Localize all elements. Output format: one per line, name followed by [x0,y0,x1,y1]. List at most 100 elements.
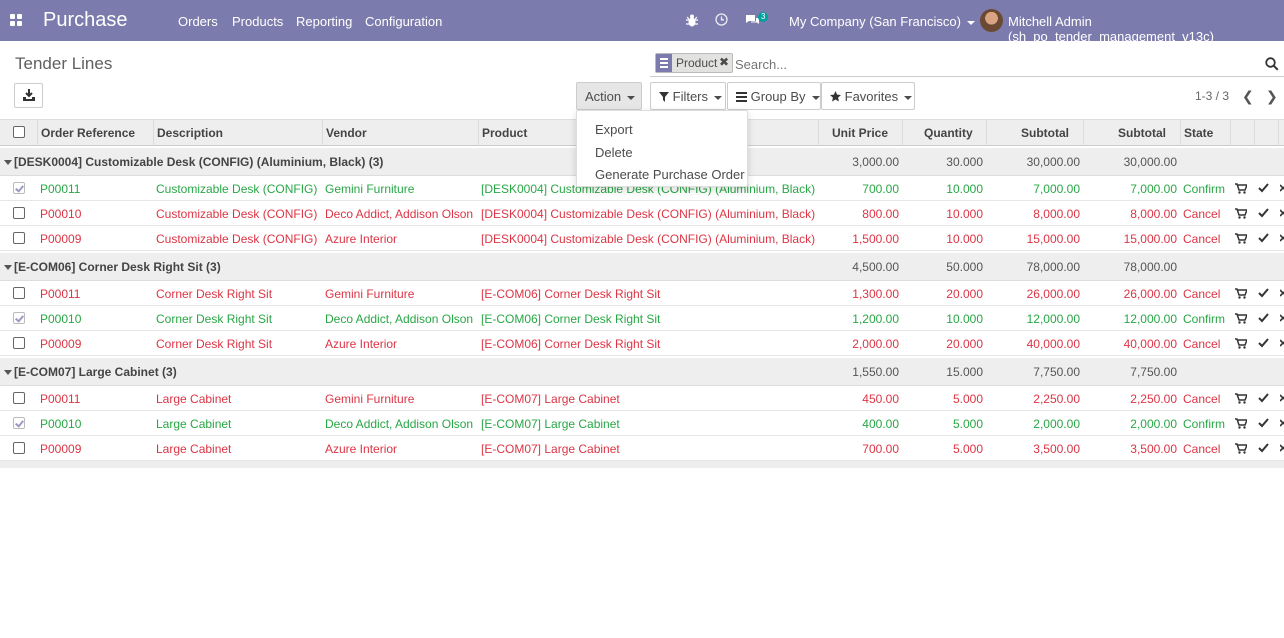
table-row[interactable]: P00010 Customizable Desk (CONFIG) Deco Add… [0,201,1284,226]
cancel-icon[interactable] [1280,418,1284,428]
cart-icon[interactable] [1235,418,1247,429]
row-checkbox[interactable] [13,337,25,349]
search-input[interactable] [735,57,1235,72]
check-icon[interactable] [1258,338,1269,348]
table-row[interactable]: P00010 Corner Desk Right Sit Deco Addict, … [0,306,1284,331]
table-row[interactable]: P00009 Corner Desk Right Sit Azure Interio… [0,331,1284,356]
cancel-icon[interactable] [1280,183,1284,193]
user-avatar[interactable] [980,9,1003,32]
check-icon[interactable] [1258,393,1269,403]
check-icon[interactable] [1258,313,1269,323]
cart-icon[interactable] [1235,338,1247,349]
check-icon[interactable] [1258,183,1269,193]
menu-reporting[interactable]: Reporting [296,14,352,29]
download-button[interactable] [14,83,43,108]
group-row[interactable]: [E-COM07] Large Cabinet (3) 1,550.00 15.00… [0,358,1284,386]
menu-products[interactable]: Products [232,14,283,29]
table-footer [0,461,1284,468]
search-icon[interactable] [1265,57,1279,71]
table-row[interactable]: P00009 Large Cabinet Azure Interior [E-COM0… [0,436,1284,461]
row-checkbox[interactable] [13,182,25,194]
row-checkbox[interactable] [13,417,25,429]
cell-qty: 10.000 [946,312,983,326]
cart-icon[interactable] [1235,313,1247,324]
cart-icon[interactable] [1235,208,1247,219]
menu-item-generate-purchase-order[interactable]: Generate Purchase Order [595,167,745,182]
select-all-checkbox[interactable] [13,126,25,138]
favorites-button[interactable]: Favorites [821,82,915,110]
check-icon[interactable] [1258,288,1269,298]
column-subtotal[interactable]: Subtotal [1021,126,1069,140]
table-row[interactable]: P00011 Corner Desk Right Sit Gemini Furnit… [0,281,1284,306]
pager-next-icon[interactable]: ❯ [1266,88,1278,105]
table-row[interactable]: P00010 Large Cabinet Deco Addict, Addison … [0,411,1284,436]
row-checkbox[interactable] [13,207,25,219]
column-description[interactable]: Description [157,126,223,140]
cancel-icon[interactable] [1280,208,1284,218]
cancel-icon[interactable] [1280,338,1284,348]
app-title[interactable]: Purchase [43,9,128,32]
cell-sub: 15,000.00 [1026,232,1080,246]
cart-icon[interactable] [1235,233,1247,244]
group-row[interactable]: [E-COM06] Corner Desk Right Sit (3) 4,500… [0,253,1284,281]
cell-sub: 26,000.00 [1026,287,1080,301]
caret-down-icon [4,160,12,165]
check-icon[interactable] [1258,208,1269,218]
cancel-icon[interactable] [1280,443,1284,453]
cell-product: [E-COM06] Corner Desk Right Sit [481,312,661,326]
cart-icon[interactable] [1235,443,1247,454]
cell-description: Customizable Desk (CONFIG) [156,207,318,221]
check-icon[interactable] [1258,443,1269,453]
cancel-icon[interactable] [1280,393,1284,403]
bug-icon[interactable] [686,14,698,27]
cell-price: 450.00 [862,392,899,406]
check-icon[interactable] [1258,233,1269,243]
row-checkbox[interactable] [13,392,25,404]
menu-orders[interactable]: Orders [178,14,218,29]
check-icon[interactable] [1258,418,1269,428]
cell-order-reference: P00011 [40,287,81,301]
row-checkbox[interactable] [13,232,25,244]
pager-value[interactable]: 1-3 / 3 [1195,89,1229,103]
cancel-icon[interactable] [1280,313,1284,323]
column-quantity[interactable]: Quantity [924,126,973,140]
table-row[interactable]: P00011 Large Cabinet Gemini Furniture [E-CO… [0,386,1284,411]
chevron-down-icon [966,20,975,25]
row-checkbox[interactable] [13,312,25,324]
cell-sub: 2,250.00 [1033,392,1080,406]
cell-vendor: Gemini Furniture [325,287,415,301]
apps-menu-icon[interactable] [10,14,22,26]
cart-icon[interactable] [1235,393,1247,404]
cell-qty: 10.000 [946,207,983,221]
cancel-icon[interactable] [1280,233,1284,243]
cell-state: Cancel [1183,287,1221,301]
column-vendor[interactable]: Vendor [326,126,367,140]
clock-icon[interactable] [715,13,728,26]
column-unit-price[interactable]: Unit Price [832,126,888,140]
cell-order-reference: P00010 [40,417,82,431]
menu-configuration[interactable]: Configuration [365,14,442,29]
menu-item-export[interactable]: Export [595,122,633,137]
company-switcher[interactable]: My Company (San Francisco) [789,14,975,29]
favorites-label: Favorites [844,89,899,104]
column-order-reference[interactable]: Order Reference [41,126,135,140]
cart-icon[interactable] [1235,183,1247,194]
row-checkbox[interactable] [13,287,25,299]
cart-icon[interactable] [1235,288,1247,299]
row-checkbox[interactable] [13,442,25,454]
filters-button[interactable]: Filters [650,82,726,110]
cell-state: Confirm [1183,312,1226,326]
group-by-button[interactable]: Group By [727,82,821,110]
table-row[interactable]: P00009 Customizable Desk (CONFIG) Azure In… [0,226,1284,251]
search-facet-product[interactable]: Product ✖ [655,53,733,73]
facet-remove-icon[interactable]: ✖ [719,55,729,69]
cancel-icon[interactable] [1280,288,1284,298]
column-subtotal-2[interactable]: Subtotal [1118,126,1166,140]
menu-item-delete[interactable]: Delete [595,145,633,160]
column-state[interactable]: State [1184,126,1213,140]
pager-previous-icon[interactable]: ❮ [1242,88,1254,105]
user-menu[interactable]: Mitchell Admin (sh_po_tender_management_… [1008,14,1284,44]
cell-qty: 20.000 [946,287,983,301]
action-button[interactable]: Action [576,82,642,110]
column-product[interactable]: Product [482,126,527,140]
